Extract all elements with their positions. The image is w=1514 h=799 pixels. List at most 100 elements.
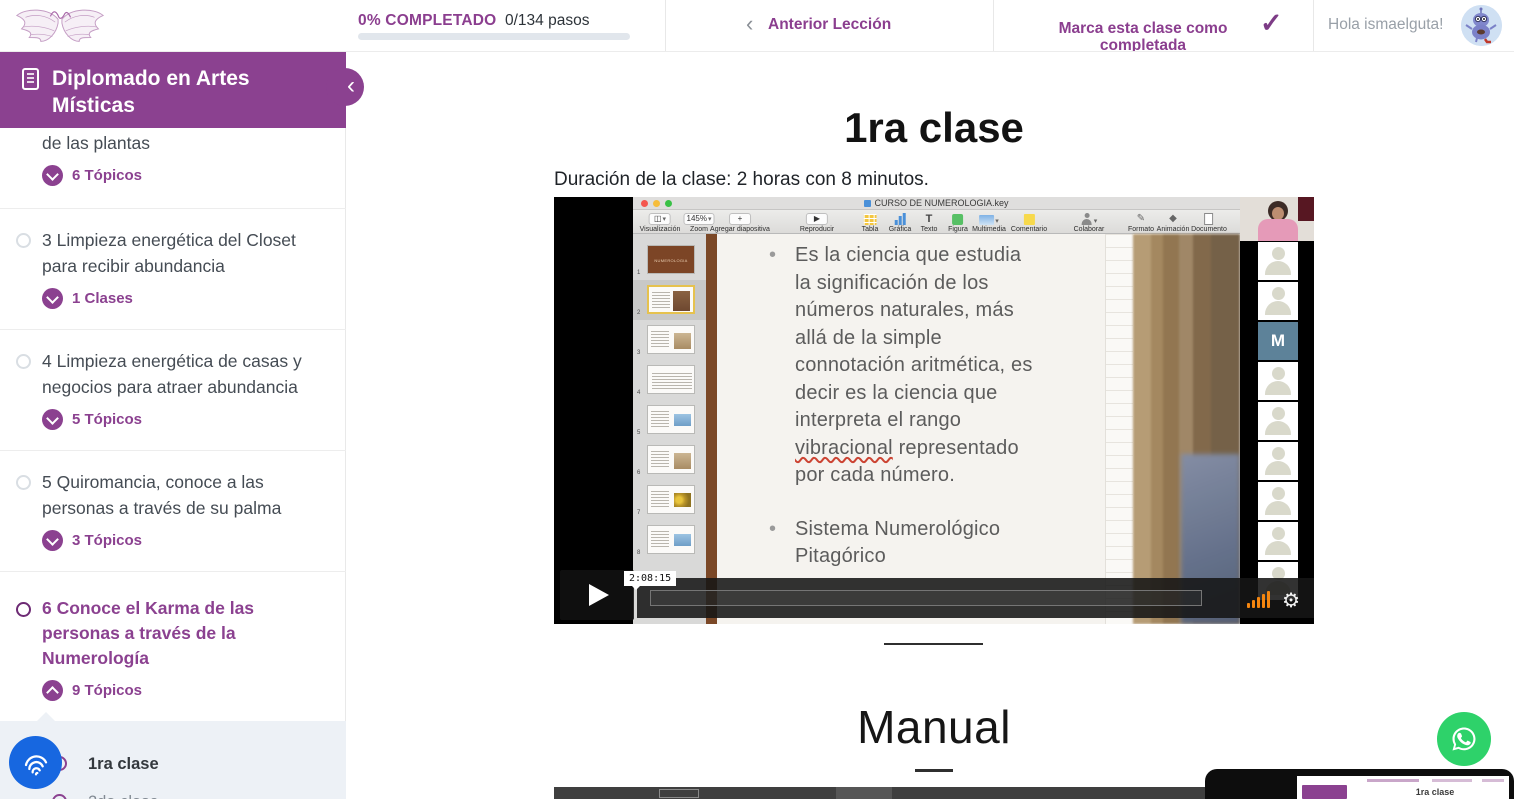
- tool-comment: Comentario: [1011, 212, 1047, 233]
- course-sidebar: Diplomado en Artes Místicas de las plant…: [0, 52, 346, 799]
- status-circle: [16, 354, 31, 369]
- chevron-down-icon[interactable]: [42, 409, 63, 430]
- participant-avatar: [1258, 282, 1298, 320]
- brand-logo[interactable]: [12, 4, 108, 48]
- lesson-item-active[interactable]: 6 Conoce el Karma de las personas a trav…: [0, 571, 346, 721]
- collaborate-icon: [1081, 213, 1093, 225]
- table-icon: [863, 214, 876, 225]
- shape-icon: [953, 214, 964, 225]
- status-circle: [16, 475, 31, 490]
- slide-thumbnail: 7: [633, 480, 706, 520]
- presenter-webcam: [1240, 197, 1314, 241]
- lesson-meta: 6 Tópicos: [72, 167, 142, 184]
- lesson-label: 3 Limpieza energética del Closet para re…: [42, 227, 322, 279]
- media-icon: [979, 215, 994, 225]
- view-icon: ◫▾: [649, 213, 671, 225]
- participant-avatar: [1258, 482, 1298, 520]
- chevron-left-icon: ‹: [347, 72, 355, 100]
- play-button[interactable]: [560, 570, 634, 620]
- sidebar-collapse-button[interactable]: ‹: [326, 68, 364, 106]
- mark-complete-button[interactable]: Marca esta clase como completada: [1048, 20, 1238, 52]
- topic-label: 1ra clase: [88, 755, 159, 773]
- seek-bar[interactable]: [650, 590, 1202, 606]
- slide-bullet-1: Es la ciencia que estudia la significaci…: [765, 242, 1033, 490]
- accessibility-button[interactable]: [9, 736, 62, 789]
- video-player[interactable]: CURSO DE NUMEROLOGIA.key ◫▾ Visualizació…: [554, 197, 1314, 624]
- chevron-down-icon[interactable]: [42, 288, 63, 309]
- slide-7-thumb: [647, 485, 695, 514]
- pip-mini-sidebar: [1302, 785, 1347, 799]
- chevron-down-icon[interactable]: [42, 530, 63, 551]
- previous-lesson-button[interactable]: Anterior Lección: [768, 16, 891, 34]
- format-brush-icon: ✎: [1137, 213, 1145, 225]
- tool-table: Tabla: [862, 212, 879, 233]
- participant-avatar: [1258, 442, 1298, 480]
- lesson-meta: 1 Clases: [72, 290, 133, 307]
- wings-logo-icon: [12, 4, 108, 48]
- pip-page-preview: 1ra clase: [1297, 776, 1509, 799]
- slide-thumbnail: 3: [633, 320, 706, 360]
- tool-text: T Texto: [921, 212, 938, 233]
- participant-initial-tile: M: [1258, 322, 1298, 360]
- slide-thumbnail: 5: [633, 400, 706, 440]
- tool-add-slide: + Agregar diapositiva: [710, 212, 770, 233]
- status-circle: [16, 602, 31, 617]
- course-header[interactable]: Diplomado en Artes Místicas: [0, 52, 346, 128]
- status-circle: [16, 233, 31, 248]
- lesson-list: de las plantas 6 Tópicos 3 Limpieza ener…: [0, 128, 346, 799]
- tool-chart: Gráfica: [889, 212, 912, 233]
- lesson-item[interactable]: 4 Limpieza energética de casas y negocio…: [0, 329, 346, 450]
- slide-4-thumb: [647, 365, 695, 394]
- text-icon: T: [926, 213, 933, 225]
- tool-play: ▶ Reproducir: [800, 212, 834, 233]
- animate-diamond-icon: ◆: [1169, 213, 1177, 225]
- tool-shape: Figura: [948, 212, 968, 233]
- slide-edge-strip: [706, 234, 717, 624]
- seek-time-tooltip: 2:08:15: [624, 571, 676, 586]
- participant-avatar: [1258, 362, 1298, 400]
- slide-bullet-2: Sistema Numerológico Pitagórico: [765, 516, 1033, 571]
- manual-heading: Manual: [554, 700, 1314, 754]
- slide-8-thumb: [647, 525, 695, 554]
- plus-icon: +: [729, 213, 751, 225]
- slide-thumbnail: 1 NUMEROLOGIA: [633, 240, 706, 280]
- slide-text: Es la ciencia que estudia la significaci…: [765, 242, 1033, 571]
- topic-label: 2da clase: [88, 793, 159, 799]
- page: 0% COMPLETADO 0/134 pasos ‹ Anterior Lec…: [0, 0, 1514, 799]
- lesson-item[interactable]: 3 Limpieza energética del Closet para re…: [0, 208, 346, 329]
- tool-document: Documento: [1191, 212, 1227, 233]
- pdf-toolbar-zone: [836, 787, 892, 799]
- page-title: 1ra clase: [554, 104, 1314, 152]
- topic-item[interactable]: 2da clase: [0, 793, 346, 799]
- pdf-toolbar[interactable]: [554, 787, 1314, 799]
- lesson-item[interactable]: 5 Quiromancia, conoce a las personas a t…: [0, 450, 346, 571]
- participant-avatar: [1258, 402, 1298, 440]
- slide-thumbnail: 8: [633, 520, 706, 560]
- volume-icon[interactable]: [1247, 591, 1270, 608]
- robot-avatar-icon: [1461, 5, 1502, 46]
- lesson-meta: 3 Tópicos: [72, 532, 142, 549]
- user-greeting: Hola ismaelguta!: [1328, 16, 1443, 34]
- section-divider: [884, 643, 983, 645]
- chevron-down-icon[interactable]: [42, 165, 63, 186]
- gear-icon[interactable]: ⚙: [1282, 588, 1300, 612]
- progress-label: 0% COMPLETADO: [358, 12, 496, 30]
- check-icon: ✓: [1260, 8, 1283, 39]
- participant-avatar: [1258, 522, 1298, 560]
- avatar[interactable]: [1461, 5, 1502, 46]
- picture-in-picture-window[interactable]: 1ra clase: [1205, 769, 1514, 799]
- lesson-item[interactable]: de las plantas 6 Tópicos: [0, 128, 346, 208]
- player-control-bar: ⚙: [637, 578, 1314, 618]
- whatsapp-button[interactable]: [1437, 712, 1491, 766]
- lesson-label: 4 Limpieza energética de casas y negocio…: [42, 348, 322, 400]
- slide-painting-image: [1133, 234, 1240, 624]
- slide-6-thumb: [647, 445, 695, 474]
- webcam-strip: M: [1240, 197, 1314, 624]
- window-title: CURSO DE NUMEROLOGIA.key: [633, 198, 1240, 208]
- topbar-divider: [993, 0, 994, 52]
- slide-thumbnail: 4: [633, 360, 706, 400]
- chart-icon: [895, 213, 906, 225]
- document-icon: [1204, 213, 1213, 225]
- chevron-up-icon[interactable]: [42, 680, 63, 701]
- pip-mini-title: 1ra clase: [1385, 787, 1485, 797]
